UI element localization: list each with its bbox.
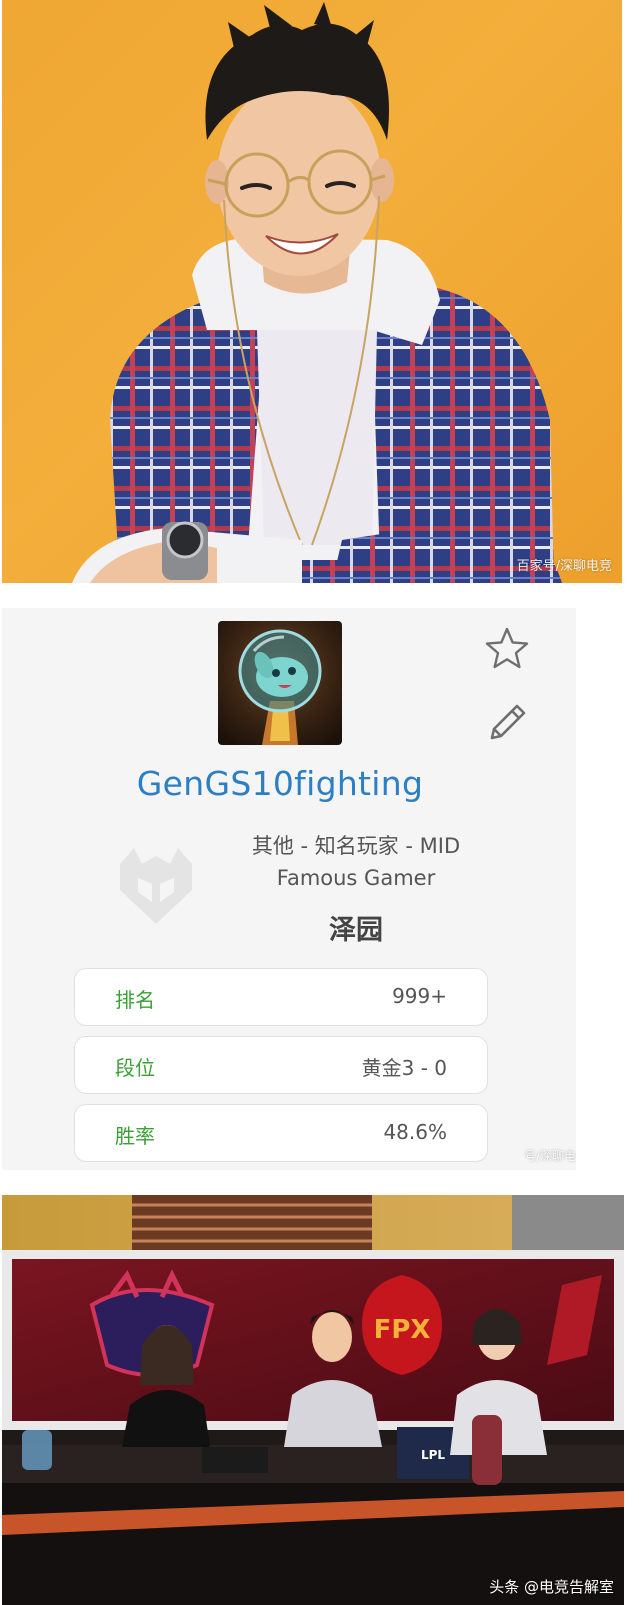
stat-value: 48.6% xyxy=(383,1120,447,1144)
stat-row-rank: 排名 999+ xyxy=(74,968,488,1026)
card-watermark: 号/深聊电 xyxy=(523,1149,576,1163)
studio-illustration: FPX LPL xyxy=(2,1195,624,1605)
favorite-button[interactable] xyxy=(484,626,530,670)
gamer-id: GenGS10fighting xyxy=(136,764,424,803)
stat-label: 段位 xyxy=(115,1056,155,1080)
edit-button[interactable] xyxy=(486,700,530,744)
player-profile-card: GenGS10fighting 其他 - 知名玩家 - MID Famous G… xyxy=(2,608,576,1170)
stat-value: 黄金3 - 0 xyxy=(361,1056,447,1080)
broadcast-studio-photo: FPX LPL 头条 @电竞告解室 xyxy=(2,1195,624,1605)
portrait-photo: 百家号/深聊电竞 xyxy=(2,0,622,583)
article-page: 百家号/深聊电竞 GenGS10fighting 其他 - 知名玩家 - MID… xyxy=(0,0,639,1605)
studio-watermark: 头条 @电竞告解室 xyxy=(489,1578,614,1596)
pencil-icon xyxy=(490,704,526,740)
player-region-role: 其他 - 知名玩家 - MID xyxy=(251,834,461,858)
svg-text:FPX: FPX xyxy=(374,1315,431,1345)
stat-row-tier: 段位 黄金3 - 0 xyxy=(74,1036,488,1094)
star-icon xyxy=(485,627,529,669)
stat-value: 999+ xyxy=(392,984,447,1008)
stat-label: 胜率 xyxy=(115,1124,155,1148)
player-title: Famous Gamer xyxy=(276,866,436,890)
photo-watermark: 百家号/深聊电竞 xyxy=(516,559,612,574)
player-avatar[interactable] xyxy=(218,621,342,745)
player-real-name: 泽园 xyxy=(329,915,383,946)
svg-text:LPL: LPL xyxy=(421,1448,445,1462)
stat-label: 排名 xyxy=(115,988,155,1012)
poro-astronaut-avatar-image xyxy=(218,621,342,745)
stat-row-winrate: 胜率 48.6% xyxy=(74,1104,488,1162)
portrait-illustration xyxy=(72,2,562,583)
